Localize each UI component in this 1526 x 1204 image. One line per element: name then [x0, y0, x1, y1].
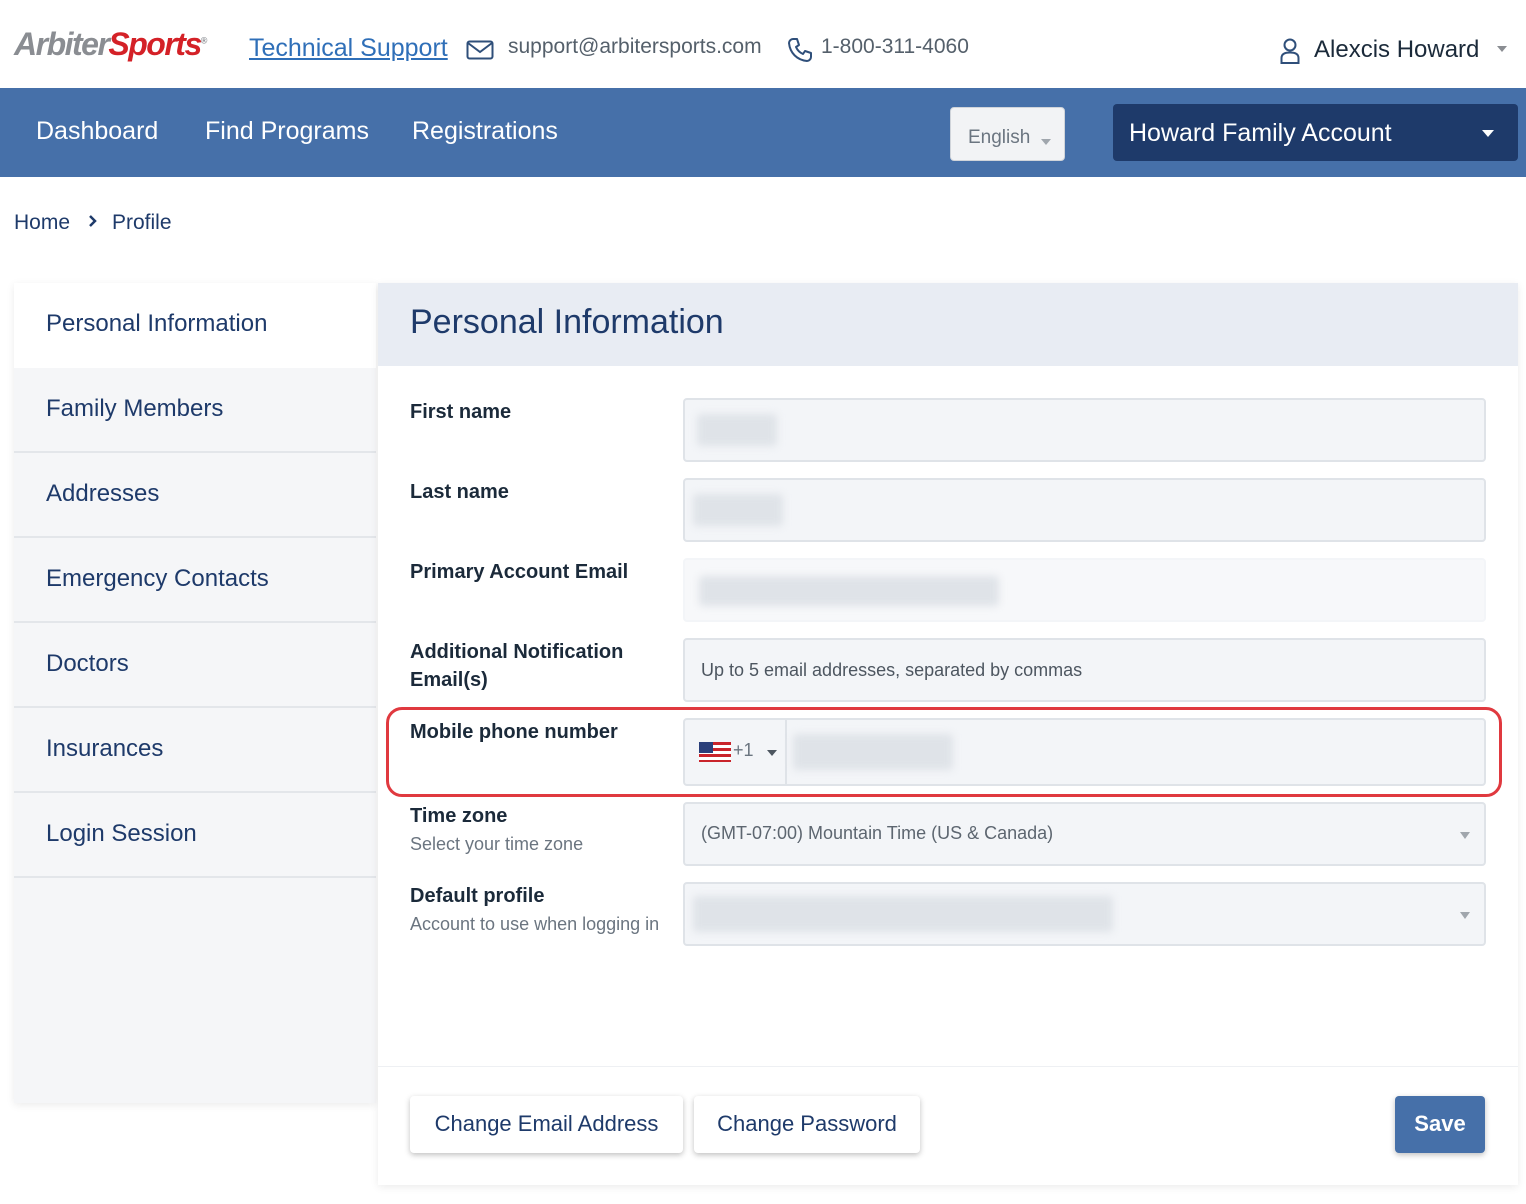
registered-mark: ® — [200, 35, 208, 46]
mobile-phone-input[interactable]: +1 — [683, 718, 1486, 786]
change-password-label: Change Password — [717, 1111, 897, 1136]
redacted-value — [699, 576, 999, 606]
change-email-label: Change Email Address — [434, 1111, 659, 1136]
account-select[interactable]: Howard Family Account — [1113, 104, 1518, 161]
account-value: Howard Family Account — [1129, 119, 1392, 147]
logo-text-primary: Arbiter — [14, 26, 110, 62]
additional-email-input[interactable]: Up to 5 email addresses, separated by co… — [683, 638, 1486, 702]
chevron-down-icon[interactable] — [1497, 46, 1507, 52]
chevron-down-icon — [1482, 130, 1494, 137]
sidebar-item-label: Login Session — [46, 820, 197, 847]
nav-find-programs[interactable]: Find Programs — [205, 117, 369, 146]
phone-icon — [788, 38, 812, 62]
chevron-down-icon — [1460, 912, 1470, 919]
support-phone: 1-800-311-4060 — [821, 35, 969, 58]
sidebar-item-login-session[interactable]: Login Session — [14, 793, 376, 878]
timezone-select[interactable]: (GMT-07:00) Mountain Time (US & Canada) — [683, 802, 1486, 866]
page-title: Personal Information — [410, 303, 724, 341]
chevron-down-icon — [1041, 139, 1051, 145]
sidebar-item-label: Insurances — [46, 735, 164, 762]
nav-registrations[interactable]: Registrations — [412, 117, 558, 146]
redacted-value — [697, 414, 777, 446]
nav-dashboard[interactable]: Dashboard — [36, 117, 158, 146]
personal-information-panel: Personal Information First name Last nam… — [378, 283, 1518, 1185]
language-value: English — [968, 127, 1031, 148]
default-profile-label: Default profile — [410, 885, 545, 907]
divider — [785, 720, 787, 784]
sidebar-item-insurances[interactable]: Insurances — [14, 708, 376, 793]
profile-sidebar: Personal Information Family Members Addr… — [14, 283, 376, 1103]
support-email: support@arbitersports.com — [508, 35, 762, 58]
sidebar-item-addresses[interactable]: Addresses — [14, 453, 376, 538]
redacted-value — [793, 734, 953, 770]
save-button[interactable]: Save — [1395, 1096, 1485, 1153]
us-flag-icon — [699, 742, 731, 762]
timezone-label: Time zone — [410, 805, 508, 827]
sidebar-item-label: Doctors — [46, 650, 129, 677]
logo-text-secondary: Sports — [108, 26, 202, 62]
first-name-label: First name — [410, 401, 512, 423]
change-email-button[interactable]: Change Email Address — [410, 1096, 683, 1153]
sidebar-item-doctors[interactable]: Doctors — [14, 623, 376, 708]
sidebar-item-emergency-contacts[interactable]: Emergency Contacts — [14, 538, 376, 623]
arbitersports-logo[interactable]: ArbiterSports® — [14, 26, 208, 63]
save-label: Save — [1414, 1111, 1466, 1136]
chevron-down-icon — [767, 750, 777, 756]
timezone-help: Select your time zone — [410, 834, 584, 854]
main-nav: Dashboard Find Programs Registrations En… — [0, 88, 1526, 177]
redacted-value — [693, 896, 1113, 932]
mail-icon — [466, 40, 494, 60]
first-name-input[interactable] — [683, 398, 1486, 462]
chevron-right-icon — [89, 215, 97, 227]
primary-email-label: Primary Account Email — [410, 561, 629, 583]
user-menu[interactable]: Alexcis Howard — [1314, 36, 1479, 64]
sidebar-item-label: Addresses — [46, 480, 160, 507]
change-password-button[interactable]: Change Password — [694, 1096, 920, 1153]
sidebar-item-label: Emergency Contacts — [46, 565, 269, 592]
divider — [378, 1066, 1518, 1067]
chevron-down-icon — [1460, 832, 1470, 839]
sidebar-item-label: Personal Information — [46, 310, 268, 337]
default-profile-help: Account to use when logging in — [410, 914, 660, 934]
redacted-value — [693, 494, 783, 526]
country-code-select[interactable]: +1 — [685, 720, 785, 784]
timezone-value: (GMT-07:00) Mountain Time (US & Canada) — [701, 823, 1054, 843]
panel-header: Personal Information — [378, 283, 1518, 366]
language-select[interactable]: English — [950, 107, 1065, 161]
country-code-value: +1 — [733, 740, 754, 760]
technical-support-link[interactable]: Technical Support — [249, 34, 448, 63]
additional-email-placeholder: Up to 5 email addresses, separated by co… — [701, 660, 1083, 680]
mobile-phone-label: Mobile phone number — [410, 721, 618, 743]
last-name-label: Last name — [410, 481, 509, 503]
breadcrumb-home[interactable]: Home — [14, 211, 70, 235]
last-name-input[interactable] — [683, 478, 1486, 542]
additional-email-label: Additional Notification Email(s) — [410, 641, 624, 691]
primary-email-field — [683, 558, 1486, 622]
user-icon — [1280, 38, 1300, 64]
top-bar: ArbiterSports® Technical Support support… — [0, 0, 1526, 88]
default-profile-select[interactable] — [683, 882, 1486, 946]
sidebar-item-personal-information[interactable]: Personal Information — [14, 283, 376, 368]
sidebar-item-family-members[interactable]: Family Members — [14, 368, 376, 453]
sidebar-item-label: Family Members — [46, 395, 224, 422]
breadcrumb-current: Profile — [112, 211, 172, 234]
